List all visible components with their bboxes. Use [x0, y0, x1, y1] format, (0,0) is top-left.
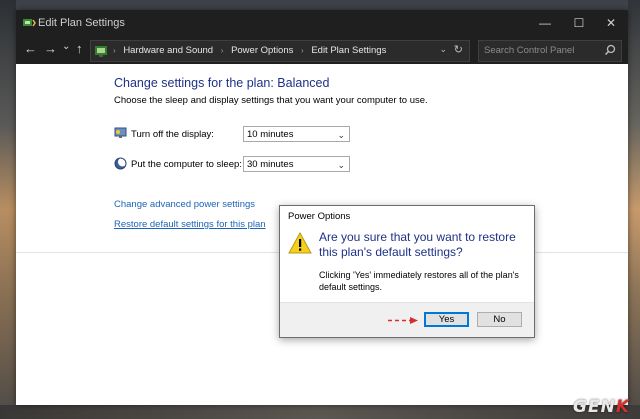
breadcrumb-edit-plan-settings[interactable]: Edit Plan Settings: [311, 45, 386, 56]
restore-defaults-link[interactable]: Restore default settings for this plan: [114, 219, 266, 230]
desktop-background-right: [628, 0, 640, 419]
desktop-background-left: [0, 0, 16, 419]
sleep-timeout-value: 30 minutes: [247, 159, 294, 170]
moon-icon: [114, 157, 127, 170]
search-icon[interactable]: [604, 44, 616, 56]
close-button[interactable]: ✕: [596, 14, 626, 32]
window-title: Edit Plan Settings: [38, 17, 125, 29]
display-timeout-label: Turn off the display:: [131, 129, 214, 140]
sleep-timeout-select[interactable]: 30 minutes ⌄: [243, 156, 350, 172]
page-title: Change settings for the plan: Balanced: [114, 76, 330, 90]
breadcrumb-sep-icon: ›: [220, 46, 224, 55]
recent-locations-button[interactable]: ⌄: [62, 40, 70, 54]
search-box[interactable]: Search Control Panel: [478, 40, 622, 62]
dialog-question: Are you sure that you want to restore th…: [319, 230, 516, 259]
control-panel-icon: [95, 46, 107, 57]
monitor-icon: [114, 127, 127, 138]
title-bar[interactable]: Edit Plan Settings — ☐ ✕: [16, 10, 628, 36]
genk-watermark-logo: GENK: [573, 397, 630, 417]
advanced-power-settings-link[interactable]: Change advanced power settings: [114, 199, 255, 210]
dialog-detail: Clicking 'Yes' immediately restores all …: [319, 270, 519, 292]
yes-button[interactable]: Yes: [424, 312, 469, 327]
search-input[interactable]: Search Control Panel: [484, 45, 574, 56]
breadcrumb: › Hardware and Sound › Power Options › E…: [113, 45, 386, 56]
no-button[interactable]: No: [477, 312, 522, 327]
display-timeout-select[interactable]: 10 minutes ⌄: [243, 126, 350, 142]
dialog-footer: Yes No: [280, 302, 534, 337]
power-options-icon: [23, 19, 36, 27]
breadcrumb-sep-icon: ›: [301, 46, 304, 55]
address-dropdown-icon[interactable]: ⌄: [439, 44, 447, 55]
watermark-prefix: GEN: [573, 397, 616, 417]
display-timeout-value: 10 minutes: [247, 129, 294, 140]
up-button[interactable]: ↑: [76, 42, 83, 56]
minimize-button[interactable]: —: [530, 14, 560, 32]
dialog-title: Power Options: [288, 211, 351, 222]
annotation-arrow-icon: [388, 317, 418, 324]
navigation-bar: ← → ⌄ ↑ › Hardware and Sound › Power Opt…: [16, 36, 628, 64]
page-description: Choose the sleep and display settings th…: [114, 95, 428, 106]
breadcrumb-power-options[interactable]: Power Options: [231, 45, 293, 56]
sleep-timeout-label: Put the computer to sleep:: [131, 159, 242, 170]
watermark-suffix: K: [615, 397, 630, 417]
chevron-down-icon: ⌄: [337, 160, 345, 170]
desktop-background-bottom: [0, 405, 640, 419]
maximize-button[interactable]: ☐: [564, 14, 594, 32]
breadcrumb-sep-icon: ›: [113, 46, 116, 55]
chevron-down-icon: ⌄: [337, 130, 345, 140]
refresh-icon[interactable]: ↻: [454, 43, 463, 56]
breadcrumb-hardware-and-sound[interactable]: Hardware and Sound: [123, 45, 213, 56]
address-bar[interactable]: › Hardware and Sound › Power Options › E…: [90, 40, 470, 62]
forward-button[interactable]: →: [44, 42, 57, 56]
power-options-dialog: Power Options Are you sure that you want…: [279, 205, 535, 338]
back-button[interactable]: ←: [24, 42, 37, 56]
warning-icon: [288, 232, 312, 254]
